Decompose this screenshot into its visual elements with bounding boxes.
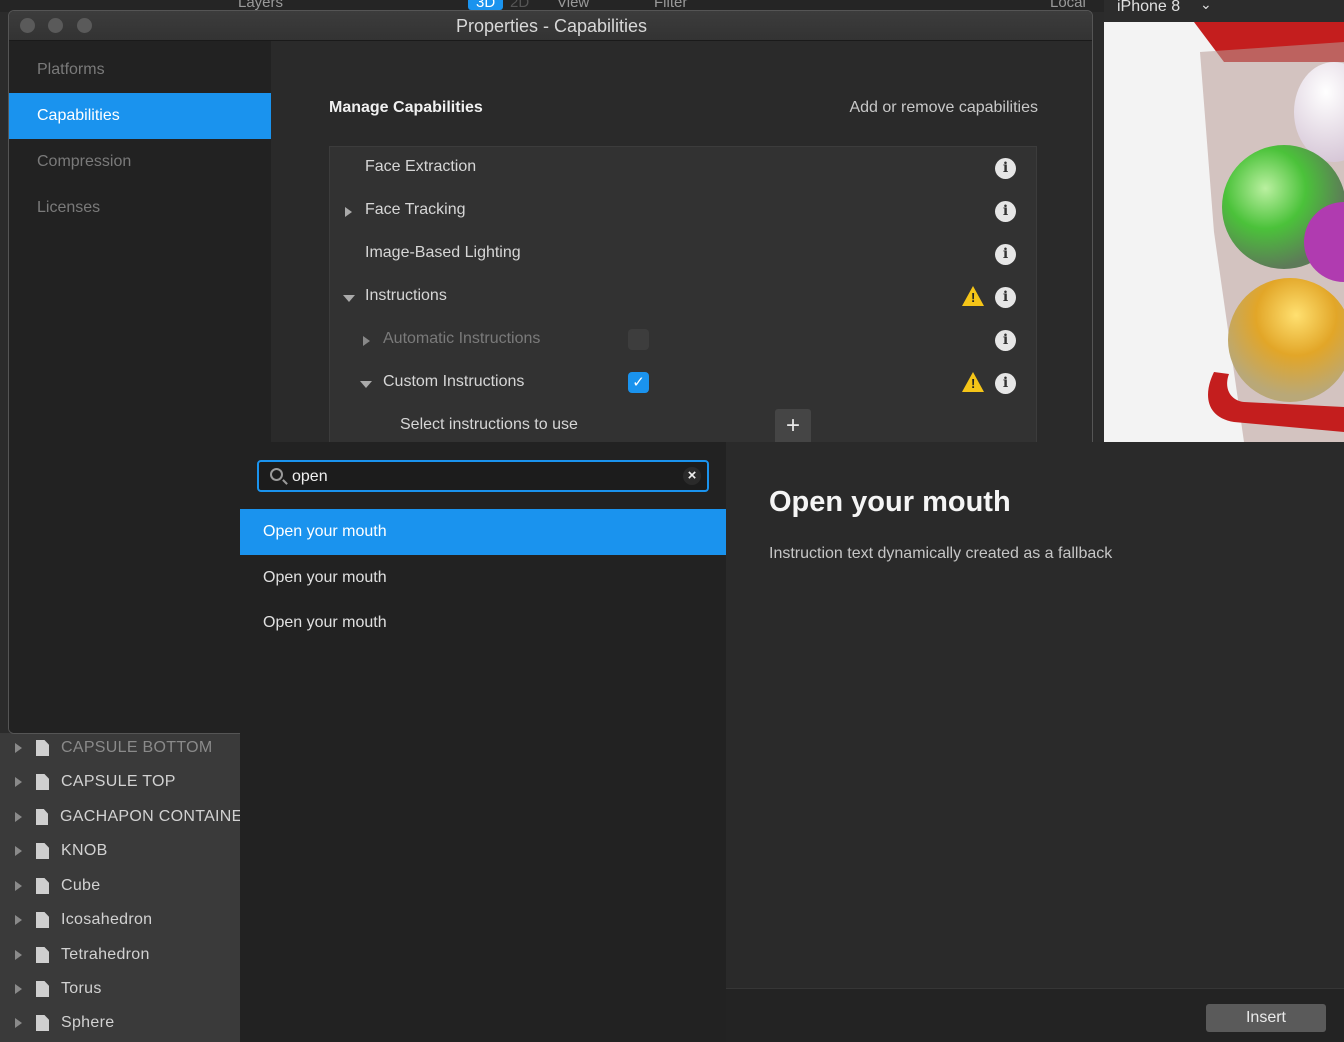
detail-description: Instruction text dynamically created as … xyxy=(769,545,1113,562)
capability-image-based-lighting[interactable]: Image-Based Lighting i xyxy=(330,233,1036,276)
manage-capabilities-title: Manage Capabilities xyxy=(329,99,483,116)
scene-item-label: Torus xyxy=(61,980,102,997)
disclosure-icon[interactable] xyxy=(15,950,22,960)
picker-footer: Insert xyxy=(726,988,1344,1042)
automatic-instructions-checkbox[interactable] xyxy=(628,329,649,350)
capability-label: Face Extraction xyxy=(365,158,477,175)
view-dropdown[interactable]: View xyxy=(557,0,589,11)
window-titlebar[interactable]: Properties - Capabilities xyxy=(9,11,1092,41)
disclosure-icon[interactable] xyxy=(15,846,22,856)
capabilities-list: Face Extraction i Face Tracking i Image-… xyxy=(329,146,1037,466)
add-instruction-button[interactable]: + xyxy=(775,409,811,445)
capability-instructions[interactable]: Instructions ! i xyxy=(330,276,1036,319)
document-icon xyxy=(36,843,49,859)
capability-label: Instructions xyxy=(365,287,447,304)
scene-item[interactable]: Icosahedron xyxy=(0,903,240,937)
scene-panel: CAPSULE BOTTOM CAPSULE TOP GACHAPON CONT… xyxy=(0,733,240,1042)
scene-item-label: KNOB xyxy=(61,842,108,859)
info-icon[interactable]: i xyxy=(995,330,1016,351)
chevron-down-icon[interactable]: ⌄ xyxy=(1200,0,1212,13)
document-icon xyxy=(36,878,49,894)
collapse-arrow-icon[interactable] xyxy=(343,295,355,302)
nav-item-licenses[interactable]: Licenses xyxy=(9,185,271,231)
capability-label: Automatic Instructions xyxy=(383,330,541,347)
scene-render xyxy=(1194,22,1344,442)
document-icon xyxy=(36,947,49,963)
collapse-arrow-icon[interactable] xyxy=(360,381,372,388)
search-input[interactable] xyxy=(292,466,672,488)
result-item[interactable]: Open your mouth xyxy=(240,555,726,601)
result-item[interactable]: Open your mouth xyxy=(240,600,726,646)
scene-item[interactable]: KNOB xyxy=(0,834,240,868)
warning-icon[interactable]: ! xyxy=(962,286,984,306)
capability-face-extraction[interactable]: Face Extraction i xyxy=(330,147,1036,190)
info-icon[interactable]: i xyxy=(995,201,1016,222)
scene-item[interactable]: GACHAPON CONTAINER xyxy=(0,800,240,834)
scene-item[interactable]: Sphere xyxy=(0,1006,240,1040)
document-icon xyxy=(36,809,49,825)
scene-item-label: Sphere xyxy=(61,1014,115,1031)
clear-search-icon[interactable]: × xyxy=(683,467,701,485)
capability-automatic-instructions[interactable]: Automatic Instructions i xyxy=(330,319,1036,362)
capability-label: Face Tracking xyxy=(365,201,466,218)
detail-title: Open your mouth xyxy=(769,486,1011,518)
select-instructions-label: Select instructions to use xyxy=(400,416,578,433)
expand-arrow-icon[interactable] xyxy=(363,336,370,346)
mode-3d-button[interactable]: 3D xyxy=(468,0,504,11)
local-toggle[interactable]: Local xyxy=(1050,0,1086,11)
disclosure-icon[interactable] xyxy=(15,915,22,925)
device-select[interactable]: iPhone 8 xyxy=(1117,0,1180,16)
info-icon[interactable]: i xyxy=(995,244,1016,265)
nav-item-platforms[interactable]: Platforms xyxy=(9,47,271,93)
manage-capabilities-subtitle: Add or remove capabilities xyxy=(849,99,1038,116)
disclosure-icon[interactable] xyxy=(15,1018,22,1028)
info-icon[interactable]: i xyxy=(995,287,1016,308)
document-icon xyxy=(36,1015,49,1031)
capability-face-tracking[interactable]: Face Tracking i xyxy=(330,190,1036,233)
layers-tab[interactable]: Layers xyxy=(238,0,283,11)
insert-button[interactable]: Insert xyxy=(1206,1004,1326,1032)
viewport-preview[interactable] xyxy=(1104,22,1344,442)
scene-item[interactable]: CAPSULE TOP xyxy=(0,765,240,799)
warning-icon[interactable]: ! xyxy=(962,372,984,392)
filter-dropdown[interactable]: Filter xyxy=(654,0,687,11)
scene-item-label: CAPSULE BOTTOM xyxy=(61,739,213,756)
nav-item-compression[interactable]: Compression xyxy=(9,139,271,185)
instruction-picker: × Open your mouth Open your mouth Open y… xyxy=(240,442,1344,1042)
info-icon[interactable]: i xyxy=(995,158,1016,179)
search-field[interactable]: × xyxy=(257,460,709,492)
document-icon xyxy=(36,774,49,790)
document-icon xyxy=(36,912,49,928)
window-title: Properties - Capabilities xyxy=(455,16,648,36)
result-item[interactable]: Open your mouth xyxy=(240,509,726,555)
nav-item-capabilities[interactable]: Capabilities xyxy=(9,93,271,139)
scene-item-label: Icosahedron xyxy=(61,911,153,928)
scene-item-label: Tetrahedron xyxy=(61,946,150,963)
mode-2d-button[interactable]: 2D xyxy=(510,0,529,11)
device-bar: iPhone 8 ⌄ xyxy=(1104,0,1344,22)
search-icon xyxy=(270,468,283,481)
scene-item[interactable]: Cube xyxy=(0,869,240,903)
document-icon xyxy=(36,981,49,997)
scene-item-label: Cube xyxy=(61,877,101,894)
capability-label: Custom Instructions xyxy=(383,373,525,390)
disclosure-icon[interactable] xyxy=(15,881,22,891)
capability-custom-instructions[interactable]: Custom Instructions ✓ ! i xyxy=(330,362,1036,405)
disclosure-icon[interactable] xyxy=(15,984,22,994)
document-icon xyxy=(36,740,49,756)
scene-item[interactable]: Tetrahedron xyxy=(0,938,240,972)
custom-instructions-checkbox[interactable]: ✓ xyxy=(628,372,649,393)
scene-item-label: GACHAPON CONTAINER xyxy=(60,808,240,825)
scene-item-label: CAPSULE TOP xyxy=(61,773,176,790)
properties-nav: Platforms Capabilities Compression Licen… xyxy=(9,41,271,733)
scene-item[interactable]: CAPSULE BOTTOM xyxy=(0,731,240,765)
disclosure-icon[interactable] xyxy=(15,777,22,787)
info-icon[interactable]: i xyxy=(995,373,1016,394)
expand-arrow-icon[interactable] xyxy=(345,207,352,217)
disclosure-icon[interactable] xyxy=(15,812,22,822)
capability-label: Image-Based Lighting xyxy=(365,244,521,261)
instruction-results-panel: × Open your mouth Open your mouth Open y… xyxy=(240,442,726,1042)
disclosure-icon[interactable] xyxy=(15,743,22,753)
scene-item[interactable]: Torus xyxy=(0,972,240,1006)
